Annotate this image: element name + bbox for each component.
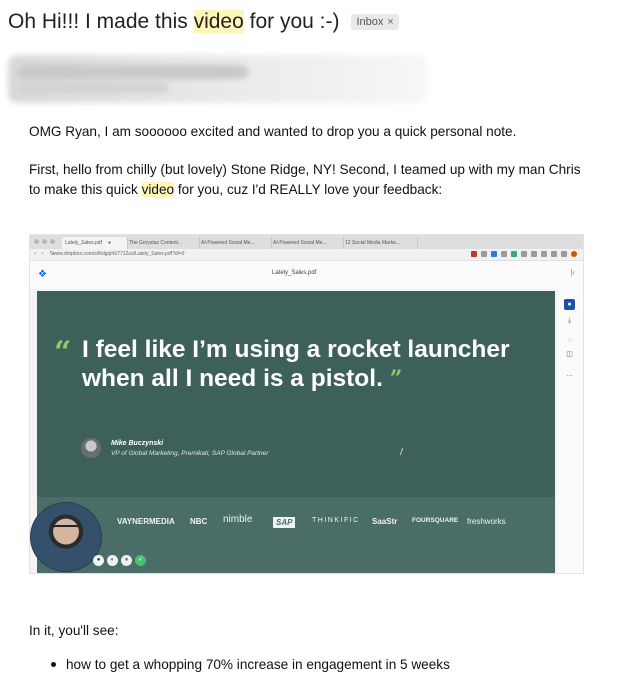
author-avatar	[81, 438, 101, 458]
sender-info-redacted	[8, 55, 428, 103]
done-icon[interactable]: ✓	[135, 555, 146, 566]
browser-url-bar: ‹ › ↻ www.dropbox.com/s/fkdgqlr6/7712us/…	[30, 249, 583, 261]
browser-extension-icons	[471, 251, 577, 257]
logo-vaynermedia: VAYNERMEDIA	[117, 517, 175, 526]
bullet-icon	[51, 662, 56, 667]
collapse-panel-icon: |‹	[570, 268, 575, 277]
mouse-cursor-icon	[399, 448, 408, 455]
inbox-label-chip[interactable]: Inbox ×	[351, 14, 399, 30]
search-highlight: video	[141, 182, 175, 197]
browser-tab-bar: Lately_Sales.pdf ● The Gorystax Content..…	[30, 235, 583, 249]
record-icon[interactable]: ●	[93, 555, 104, 566]
logo-saastr: SaaStr	[372, 517, 398, 526]
inbox-label-text: Inbox	[356, 16, 384, 28]
dropbox-toolbar: ❖ Lately_Sales.pdf |‹	[30, 261, 583, 289]
list-item: how to get a whopping 70% increase in en…	[51, 657, 450, 672]
open-quote-icon: “	[54, 335, 72, 370]
user-icon: ●	[564, 299, 575, 310]
browser-url: www.dropbox.com/s/fkdgqlr6/7712us/Lately…	[52, 251, 185, 257]
logo-thinkific: THINKIFIC	[312, 517, 360, 524]
more-icon: …	[566, 371, 573, 378]
dropbox-side-rail: ● ⤓ ◌ ◫ …	[557, 289, 583, 573]
presenter-face	[53, 525, 79, 533]
list-item-text: how to get a whopping 70% increase in en…	[66, 657, 450, 672]
slide-quote: I feel like I’m using a rocket launcher …	[82, 336, 510, 392]
browser-tab: 12 Social Media Marke...	[342, 237, 418, 249]
body-paragraph-2-line-2: to make this quick video for you, cuz I'…	[29, 182, 443, 197]
author-name: Mike Buczynski	[111, 440, 164, 447]
download-icon: ⤓	[567, 317, 572, 324]
body-paragraph-1: OMG Ryan, I am soooooo excited and wante…	[29, 124, 517, 139]
browser-tab: AI-Powered Social Me...	[198, 237, 272, 249]
pause-icon[interactable]: ⏸	[121, 555, 132, 566]
window-controls	[34, 239, 55, 244]
share-icon: ◫	[566, 351, 573, 358]
settings-icon[interactable]: ◐	[107, 555, 118, 566]
subject-row: Oh Hi!!! I made this video for you :-) I…	[8, 10, 399, 34]
dropbox-icon: ❖	[38, 269, 47, 280]
body-paragraph-2: First, hello from chilly (but lovely) St…	[29, 160, 599, 200]
logo-nimble: nimble	[223, 514, 253, 525]
author-role: VP of Global Marketing, Premikati, SAP G…	[111, 450, 269, 457]
body-paragraph-2-line-1: First, hello from chilly (but lovely) St…	[29, 162, 581, 177]
file-title: Lately_Sales.pdf	[272, 270, 317, 276]
browser-tab: Lately_Sales.pdf ●	[62, 237, 128, 249]
logo-nbc: NBC	[190, 517, 208, 526]
logo-sap: SAP	[273, 517, 296, 528]
remove-label-icon[interactable]: ×	[387, 16, 393, 28]
redacted-sender-name	[18, 65, 248, 79]
body-paragraph-3: In it, you'll see:	[29, 623, 119, 638]
comment-icon: ◌	[567, 337, 572, 344]
email-subject: Oh Hi!!! I made this video for you :-)	[8, 10, 340, 33]
browser-tab: AI-Powered Social Me...	[270, 237, 344, 249]
logo-foursquare: FOURSQUARE	[412, 517, 459, 524]
presenter-webcam-bubble	[30, 502, 102, 572]
browser-tab: The Gorystax Content...	[126, 237, 200, 249]
video-preview-image[interactable]: Lately_Sales.pdf ● The Gorystax Content..…	[29, 234, 584, 574]
search-highlight: video	[193, 10, 244, 33]
video-controls[interactable]: ● ◐ ⏸ ✓	[93, 555, 146, 566]
redacted-sender-address	[18, 83, 168, 93]
logo-freshworks: freshworks	[467, 517, 506, 526]
